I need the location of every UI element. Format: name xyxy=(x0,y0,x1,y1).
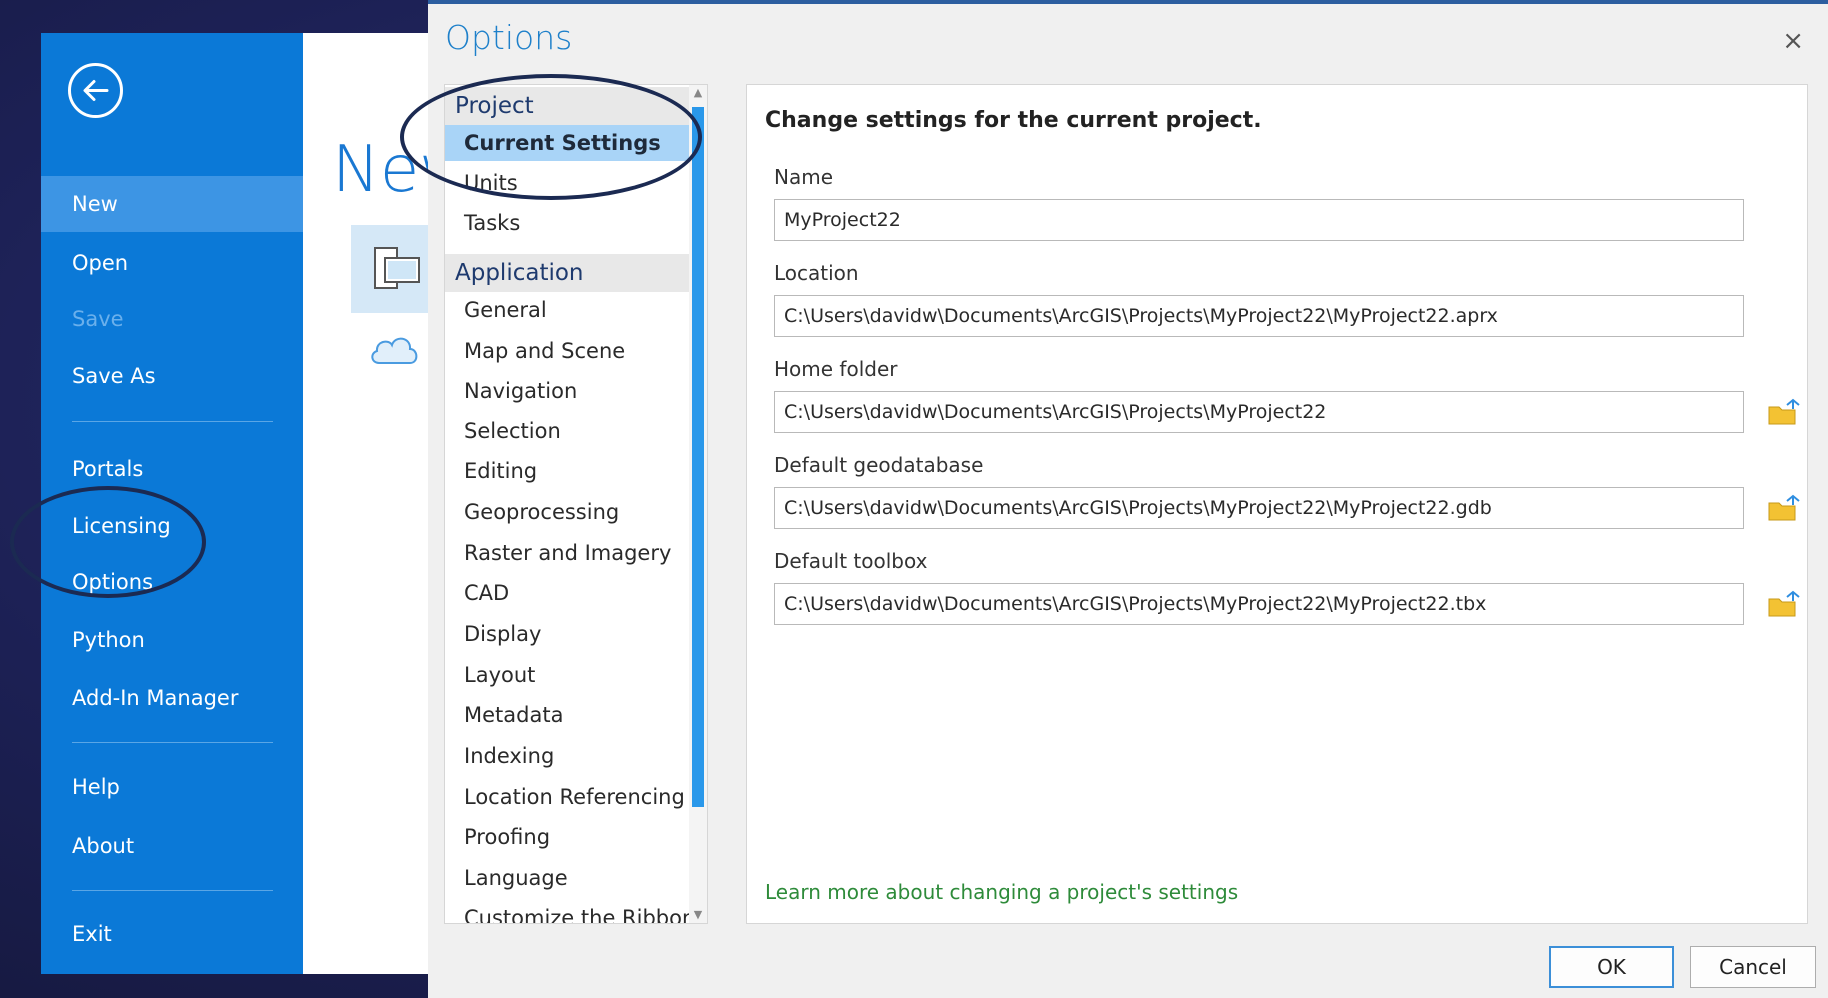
nav-item-navigation[interactable]: Navigation xyxy=(445,373,689,409)
default-toolbox-field[interactable]: C:\Users\davidw\Documents\ArcGIS\Project… xyxy=(774,583,1744,625)
scroll-down-icon[interactable]: ▼ xyxy=(692,909,704,921)
scroll-thumb[interactable] xyxy=(692,107,704,807)
annotation-ellipse-current-settings xyxy=(400,74,702,200)
nav-item-editing[interactable]: Editing xyxy=(445,453,689,489)
nav-item-indexing[interactable]: Indexing xyxy=(445,738,689,774)
nav-item-general[interactable]: General xyxy=(445,292,689,328)
options-dialog: Options × Project Current Settings Units… xyxy=(400,0,1828,998)
backstage-item-python[interactable]: Python xyxy=(72,628,145,652)
dialog-title: Options xyxy=(445,18,573,57)
nav-item-metadata[interactable]: Metadata xyxy=(445,697,689,733)
cancel-button[interactable]: Cancel xyxy=(1690,946,1816,988)
backstage-item-open[interactable]: Open xyxy=(72,251,128,275)
name-field[interactable]: MyProject22 xyxy=(774,199,1744,241)
settings-panel: Change settings for the current project.… xyxy=(746,84,1808,924)
back-arrow-icon xyxy=(83,80,109,101)
backstage-item-save: Save xyxy=(72,307,124,331)
nav-item-map-and-scene[interactable]: Map and Scene xyxy=(445,333,689,369)
learn-more-link[interactable]: Learn more about changing a project's se… xyxy=(765,880,1238,904)
backstage-item-new[interactable]: New xyxy=(41,176,303,232)
backstage-divider xyxy=(72,421,273,422)
nav-item-layout[interactable]: Layout xyxy=(445,657,689,693)
backstage-divider xyxy=(72,742,273,743)
default-geodatabase-label: Default geodatabase xyxy=(774,453,984,477)
backstage-divider xyxy=(72,890,273,891)
backstage-item-help[interactable]: Help xyxy=(72,775,120,799)
browse-toolbox-icon[interactable] xyxy=(1767,589,1801,619)
panel-heading: Change settings for the current project. xyxy=(765,108,1262,133)
close-icon[interactable]: × xyxy=(1782,26,1804,56)
nav-item-selection[interactable]: Selection xyxy=(445,413,689,449)
nav-item-language[interactable]: Language xyxy=(445,860,689,896)
nav-item-raster-and-imagery[interactable]: Raster and Imagery xyxy=(445,535,689,571)
nav-item-cad[interactable]: CAD xyxy=(445,575,689,611)
backstage-item-add-in-manager[interactable]: Add-In Manager xyxy=(72,686,238,710)
name-label: Name xyxy=(774,165,834,189)
default-toolbox-label: Default toolbox xyxy=(774,549,928,573)
nav-item-location-referencing[interactable]: Location Referencing xyxy=(445,779,689,815)
browse-geodatabase-icon[interactable] xyxy=(1767,493,1801,523)
cloud-icon[interactable] xyxy=(367,329,421,369)
nav-section-application: Application xyxy=(445,254,689,292)
nav-item-geoprocessing[interactable]: Geoprocessing xyxy=(445,494,689,530)
location-field[interactable]: C:\Users\davidw\Documents\ArcGIS\Project… xyxy=(774,295,1744,337)
scroll-up-icon[interactable]: ▲ xyxy=(692,87,704,99)
default-geodatabase-field[interactable]: C:\Users\davidw\Documents\ArcGIS\Project… xyxy=(774,487,1744,529)
nav-item-display[interactable]: Display xyxy=(445,616,689,652)
backstage-item-exit[interactable]: Exit xyxy=(72,922,112,946)
nav-item-tasks[interactable]: Tasks xyxy=(445,205,689,241)
project-template-icon xyxy=(374,247,420,289)
annotation-ellipse-options xyxy=(10,486,206,598)
nav-item-proofing[interactable]: Proofing xyxy=(445,819,689,855)
nav-scrollbar[interactable]: ▲ ▼ xyxy=(689,85,707,923)
backstage-item-portals[interactable]: Portals xyxy=(72,457,143,481)
back-button[interactable] xyxy=(68,63,123,118)
backstage-item-save-as[interactable]: Save As xyxy=(72,364,156,388)
location-label: Location xyxy=(774,261,859,285)
options-nav-list: Project Current Settings Units Tasks App… xyxy=(444,84,708,924)
nav-item-customize-the-ribbon[interactable]: Customize the Ribbon xyxy=(445,900,695,923)
backstage-item-about[interactable]: About xyxy=(72,834,134,858)
backstage-content: New xyxy=(303,33,442,974)
home-folder-field[interactable]: C:\Users\davidw\Documents\ArcGIS\Project… xyxy=(774,391,1744,433)
ok-button[interactable]: OK xyxy=(1549,946,1674,988)
home-folder-label: Home folder xyxy=(774,357,898,381)
browse-folder-icon[interactable] xyxy=(1767,397,1801,427)
